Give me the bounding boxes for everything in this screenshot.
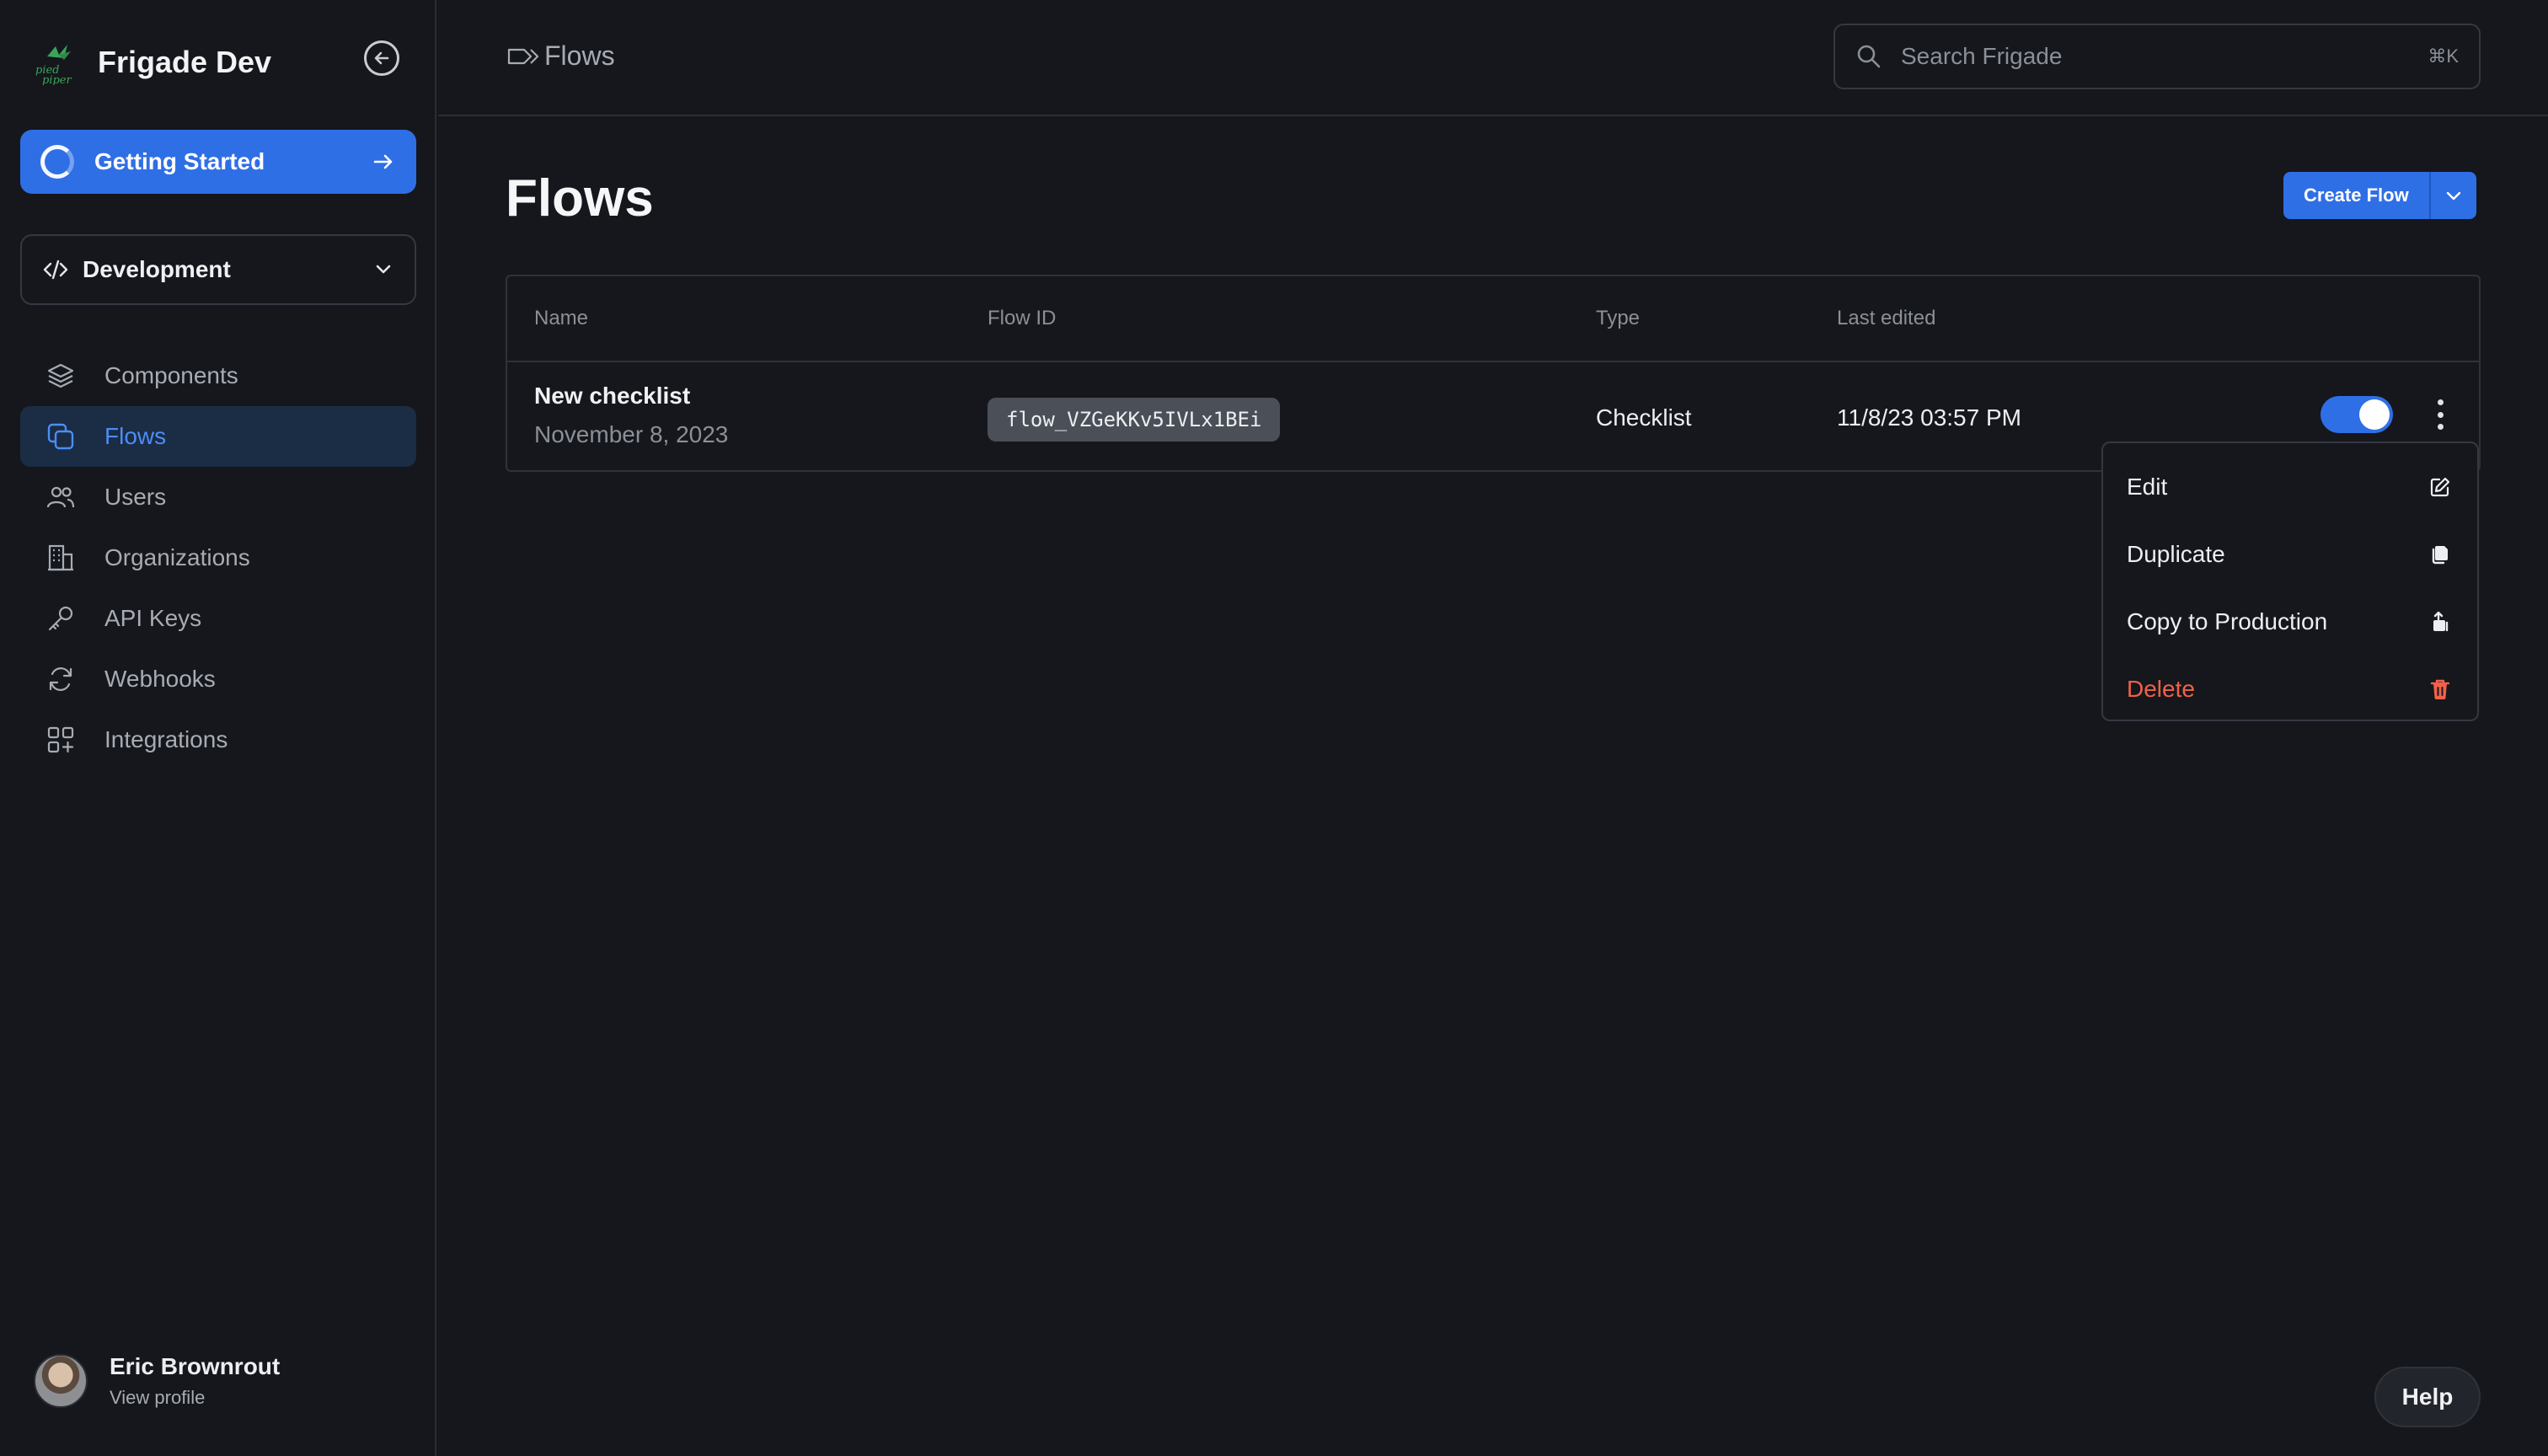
sidebar: pied piper Frigade Dev Getting Started D… [0,0,436,1456]
profile-name: Eric Brownrout [110,1353,281,1379]
help-button[interactable]: Help [2374,1367,2481,1427]
avatar [34,1354,88,1408]
toggle-knob [2359,399,2390,430]
search-placeholder: Search Frigade [1901,43,2063,69]
key-icon [48,606,73,631]
menu-item-edit[interactable]: Edit [2103,453,2477,521]
row-more-options-button[interactable] [2428,394,2452,435]
menu-item-duplicate[interactable]: Duplicate [2103,521,2477,588]
flow-created-date: November 8, 2023 [534,421,729,447]
flow-type: Checklist [1596,404,1692,431]
menu-item-copy-to-production[interactable]: Copy to Production [2103,588,2477,656]
trash-icon [2430,679,2450,699]
sidebar-item-components[interactable]: Components [20,345,416,406]
search-input[interactable]: Search Frigade ⌘K [1833,24,2481,89]
refresh-icon [49,667,72,691]
sidebar-item-label: Components [104,362,238,388]
chevron-down-icon [2446,191,2460,201]
edit-icon [2430,477,2450,497]
menu-item-label: Copy to Production [2127,608,2328,634]
kebab-dot [2437,411,2444,418]
breadcrumb-label[interactable]: Flows [544,40,615,72]
getting-started-button[interactable]: Getting Started [20,130,416,194]
user-profile[interactable]: Eric Brownrout View profile [34,1353,280,1409]
pied-piper-logo-icon: pied piper [35,45,72,85]
flow-active-toggle[interactable] [2320,396,2393,433]
environment-label: Development [83,256,231,282]
arrow-left-icon [374,51,389,65]
sidebar-item-label: Organizations [104,544,250,570]
table-header: Name Flow ID Type Last edited [507,276,2479,362]
users-icon [46,486,75,508]
topbar: Flows Search Frigade ⌘K [438,0,2548,116]
column-header-name[interactable]: Name [534,307,588,330]
getting-started-label: Getting Started [94,148,265,174]
code-icon [43,260,68,280]
chevron-down-icon [376,265,391,274]
view-profile-link[interactable]: View profile [110,1387,280,1409]
menu-item-delete[interactable]: Delete [2103,656,2477,723]
menu-item-label: Duplicate [2127,541,2225,567]
grid-plus-icon [47,726,74,753]
column-header-type[interactable]: Type [1596,307,1640,330]
kebab-dot [2437,424,2444,430]
workspace-name: Frigade Dev [98,45,272,79]
sidebar-nav: Components Flows Users Organizations API… [20,345,416,770]
row-actions-menu: Edit Duplicate Copy to Production Delete [2101,442,2479,721]
create-flow-split-button: Create Flow [2283,172,2476,219]
sidebar-item-label: Flows [104,423,167,449]
create-flow-button[interactable]: Create Flow [2283,172,2429,219]
flow-id-badge[interactable]: flow_VZGeKKv5IVLx1BEi [988,398,1281,442]
flow-tag-icon [507,48,539,64]
create-flow-options-button[interactable] [2428,172,2476,219]
sidebar-item-organizations[interactable]: Organizations [20,527,416,588]
duplicate-icon [2432,546,2448,565]
progress-ring-icon [40,145,74,179]
environment-select[interactable]: Development [20,234,416,305]
sidebar-item-flows[interactable]: Flows [20,406,416,467]
sidebar-item-webhooks[interactable]: Webhooks [20,649,416,709]
sidebar-item-label: Integrations [104,726,228,752]
sidebar-item-users[interactable]: Users [20,467,416,527]
sidebar-item-api-keys[interactable]: API Keys [20,588,416,649]
kebab-dot [2437,399,2444,405]
flows-icon [47,423,74,450]
sidebar-item-label: Webhooks [104,666,216,692]
sidebar-item-label: API Keys [104,605,202,631]
menu-item-label: Delete [2127,676,2195,702]
copy-to-production-icon [2433,611,2449,632]
layers-icon [47,363,74,388]
search-shortcut: ⌘K [2428,46,2459,67]
building-icon [48,544,73,571]
flow-name[interactable]: New checklist [534,383,690,410]
brand[interactable]: pied piper Frigade Dev [34,37,271,88]
menu-item-label: Edit [2127,474,2168,500]
sidebar-item-integrations[interactable]: Integrations [20,709,416,770]
arrow-right-icon [373,154,393,169]
sidebar-item-label: Users [104,484,167,510]
column-header-last-edited[interactable]: Last edited [1837,307,1935,330]
collapse-sidebar-button[interactable] [364,40,399,76]
column-header-flow-id[interactable]: Flow ID [988,307,1056,330]
svg-text:piper: piper [42,74,72,85]
breadcrumb: Flows [506,40,615,72]
page-title: Flows [506,169,654,228]
flow-last-edited: 11/8/23 03:57 PM [1837,404,2021,431]
search-icon [1857,45,1881,68]
